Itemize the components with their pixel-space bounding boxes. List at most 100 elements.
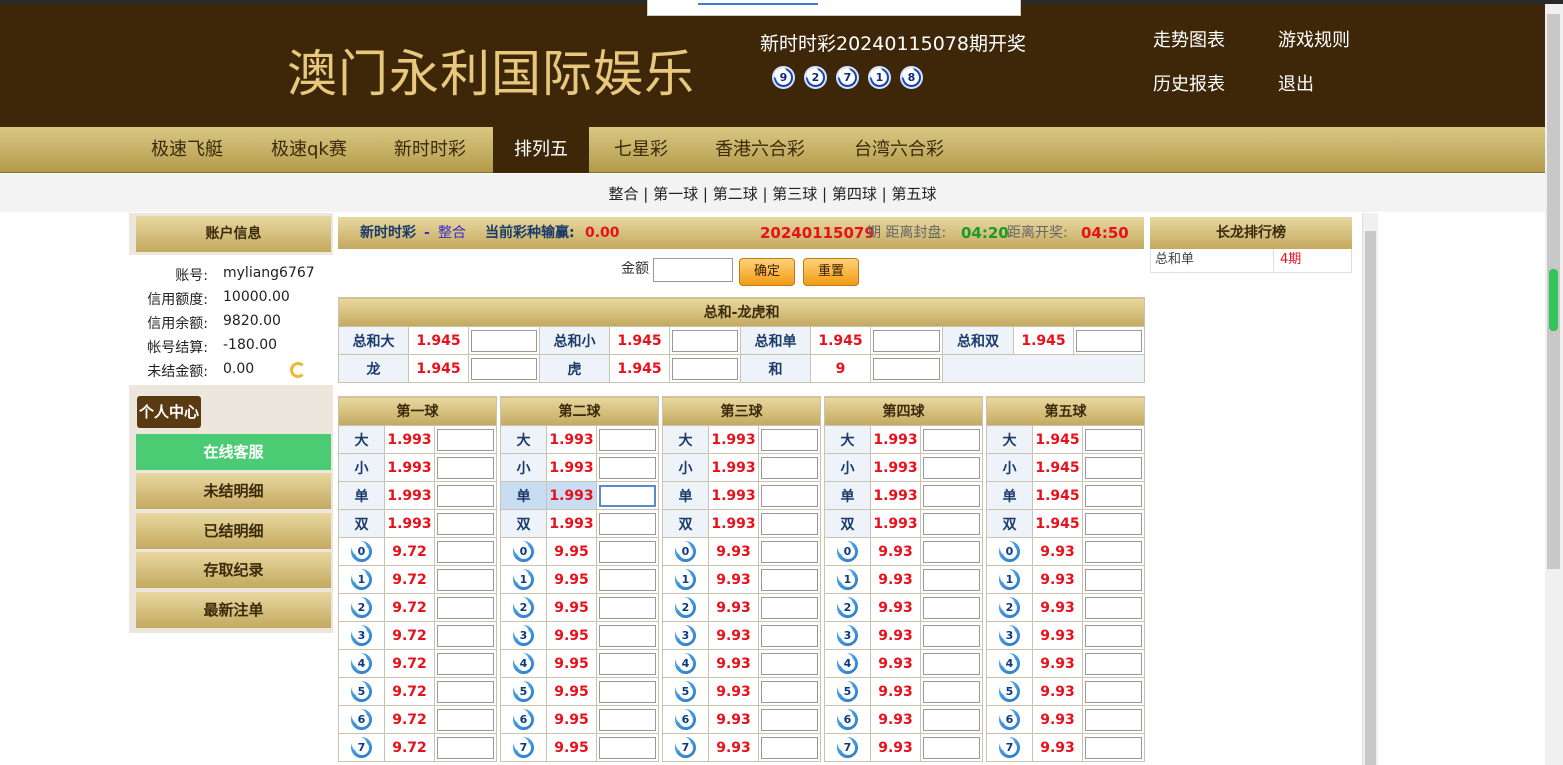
bet-input-box[interactable]	[437, 428, 495, 451]
bet-input-box[interactable]	[599, 428, 657, 451]
bet-input-box[interactable]	[923, 596, 981, 619]
sum-bet-label[interactable]: 龙	[338, 354, 409, 383]
nav-item-speed-qk[interactable]: 极速qk赛	[271, 127, 347, 173]
number-odds[interactable]: 9.72	[384, 593, 435, 622]
bet-input-box[interactable]	[437, 736, 495, 759]
number-odds[interactable]: 9.72	[384, 537, 435, 566]
deposit-records-button[interactable]: 存取纪录	[136, 552, 331, 588]
bet-input-box[interactable]	[873, 357, 940, 380]
bet-input-box[interactable]	[599, 680, 657, 703]
nav-item-ssc[interactable]: 新时时彩	[394, 127, 466, 173]
bsoe-label[interactable]: 单	[338, 481, 385, 510]
sum-bet-amount-input[interactable]	[870, 354, 943, 383]
bsoe-amount-input[interactable]	[919, 453, 984, 482]
online-service-button[interactable]: 在线客服	[136, 434, 331, 470]
number-amount-input[interactable]	[433, 677, 498, 706]
sum-bet-amount-input[interactable]	[468, 354, 540, 383]
bet-input-box[interactable]	[1085, 652, 1143, 675]
bet-input-box[interactable]	[1085, 512, 1143, 535]
bsoe-odds[interactable]: 1.993	[384, 425, 435, 454]
bet-input-box[interactable]	[1085, 736, 1143, 759]
bsoe-odds[interactable]: 1.945	[1032, 425, 1083, 454]
bet-input-box[interactable]	[923, 512, 981, 535]
number-odds[interactable]: 9.95	[546, 649, 597, 678]
bsoe-amount-input[interactable]	[433, 453, 498, 482]
reset-button[interactable]: 重置	[803, 258, 859, 286]
number-ball-cell[interactable]: 3	[986, 621, 1033, 650]
number-amount-input[interactable]	[595, 733, 660, 762]
number-ball-cell[interactable]: 4	[662, 649, 709, 678]
number-ball-cell[interactable]: 6	[500, 705, 547, 734]
bsoe-amount-input[interactable]	[1081, 509, 1146, 538]
bet-input-box[interactable]	[599, 568, 657, 591]
bet-input-box[interactable]	[923, 540, 981, 563]
number-odds[interactable]: 9.93	[870, 593, 921, 622]
bet-input-box[interactable]	[599, 708, 657, 731]
number-ball-cell[interactable]: 2	[500, 593, 547, 622]
sum-bet-odds[interactable]: 1.945	[810, 326, 871, 355]
bet-input-box[interactable]	[761, 596, 819, 619]
bsoe-label[interactable]: 小	[824, 453, 871, 482]
number-odds[interactable]: 9.93	[708, 593, 759, 622]
number-odds[interactable]: 9.93	[870, 733, 921, 762]
number-amount-input[interactable]	[433, 733, 498, 762]
bsoe-label[interactable]: 单	[824, 481, 871, 510]
bet-input-box[interactable]	[923, 456, 981, 479]
number-odds[interactable]: 9.93	[870, 677, 921, 706]
unsettled-details-button[interactable]: 未结明细	[136, 473, 331, 509]
trend-chart-link[interactable]: 走势图表	[1153, 26, 1225, 52]
number-odds[interactable]: 9.93	[870, 649, 921, 678]
sum-bet-amount-input[interactable]	[1072, 326, 1146, 355]
number-odds[interactable]: 9.93	[708, 565, 759, 594]
bsoe-amount-input[interactable]	[595, 425, 660, 454]
number-odds[interactable]: 9.93	[1032, 621, 1083, 650]
number-amount-input[interactable]	[595, 565, 660, 594]
sum-bet-odds[interactable]: 1.945	[609, 354, 670, 383]
number-odds[interactable]: 9.72	[384, 621, 435, 650]
nav-item-speed-boat[interactable]: 极速飞艇	[151, 127, 223, 173]
bet-input-box[interactable]	[599, 596, 657, 619]
sum-bet-label[interactable]: 总和大	[338, 326, 409, 355]
sum-bet-amount-input[interactable]	[669, 326, 741, 355]
sum-bet-label[interactable]: 虎	[539, 354, 610, 383]
bsoe-amount-input[interactable]	[757, 425, 822, 454]
bet-input-box[interactable]	[437, 708, 495, 731]
number-odds[interactable]: 9.72	[384, 733, 435, 762]
bet-input-box[interactable]	[761, 624, 819, 647]
number-ball-cell[interactable]: 3	[824, 621, 871, 650]
number-ball-cell[interactable]: 2	[824, 593, 871, 622]
bet-input-box[interactable]	[923, 568, 981, 591]
bsoe-odds[interactable]: 1.993	[708, 453, 759, 482]
game-rules-link[interactable]: 游戏规则	[1278, 26, 1350, 52]
bsoe-label[interactable]: 小	[500, 453, 547, 482]
number-odds[interactable]: 9.72	[384, 705, 435, 734]
bsoe-odds[interactable]: 1.993	[384, 481, 435, 510]
bet-input-box[interactable]	[1085, 428, 1143, 451]
number-amount-input[interactable]	[919, 705, 984, 734]
bsoe-odds[interactable]: 1.993	[384, 453, 435, 482]
sum-bet-label[interactable]: 总和小	[539, 326, 610, 355]
bet-input-box[interactable]	[761, 512, 819, 535]
number-odds[interactable]: 9.95	[546, 621, 597, 650]
number-ball-cell[interactable]: 1	[662, 565, 709, 594]
bet-input-box[interactable]	[437, 456, 495, 479]
number-amount-input[interactable]	[595, 705, 660, 734]
number-odds[interactable]: 9.95	[546, 733, 597, 762]
number-amount-input[interactable]	[757, 621, 822, 650]
amount-input[interactable]	[653, 258, 733, 282]
number-amount-input[interactable]	[1081, 593, 1146, 622]
bet-input-box[interactable]	[1085, 624, 1143, 647]
number-amount-input[interactable]	[595, 677, 660, 706]
bet-input-box[interactable]	[1085, 680, 1143, 703]
bet-input-box[interactable]	[437, 624, 495, 647]
bsoe-odds[interactable]: 1.945	[1032, 509, 1083, 538]
bet-input-box[interactable]	[761, 708, 819, 731]
number-amount-input[interactable]	[595, 649, 660, 678]
number-odds[interactable]: 9.93	[708, 705, 759, 734]
number-ball-cell[interactable]: 1	[500, 565, 547, 594]
refresh-icon[interactable]	[290, 362, 306, 378]
number-amount-input[interactable]	[1081, 733, 1146, 762]
number-amount-input[interactable]	[1081, 621, 1146, 650]
bet-input-box[interactable]	[672, 357, 738, 380]
bet-input-box[interactable]	[1085, 568, 1143, 591]
